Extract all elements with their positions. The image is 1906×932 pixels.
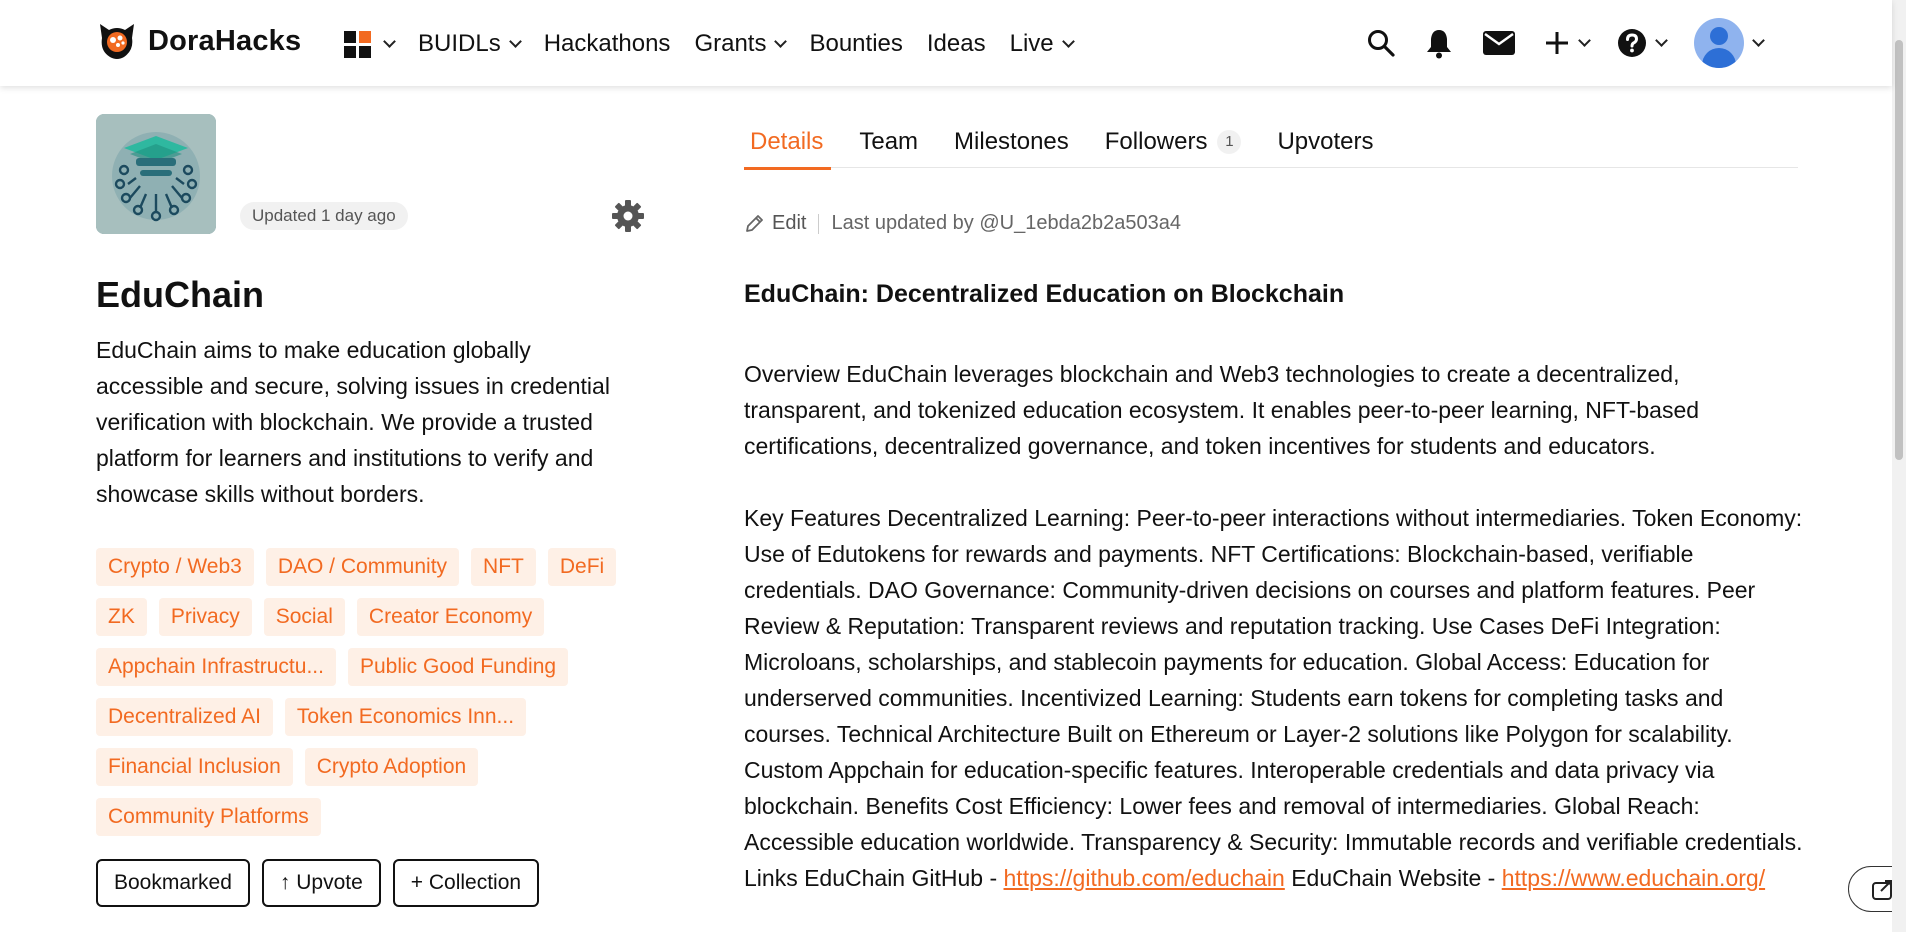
chevron-down-icon — [1752, 33, 1765, 47]
messages-button[interactable] — [1482, 30, 1516, 56]
tag-row: Decentralized AI Token Economics Inn... — [96, 698, 656, 736]
search-icon — [1368, 30, 1395, 57]
nav-buidls-label: BUIDLs — [418, 30, 501, 57]
features-text: Key Features Decentralized Learning: Pee… — [744, 505, 1803, 891]
top-navbar: DoraHacks BUIDLs Hackathons Grants Bount… — [0, 0, 1892, 86]
nav-hackathons[interactable]: Hackathons — [544, 30, 671, 58]
nav-buidls[interactable]: BUIDLs — [418, 30, 522, 58]
tag[interactable]: Crypto Adoption — [304, 748, 479, 786]
chevron-down-icon — [508, 34, 522, 48]
apps-icon — [344, 30, 371, 58]
tag-row: ZK Privacy Social Creator Economy — [96, 598, 656, 636]
tag-row: Community Platforms — [96, 798, 656, 836]
bell-icon — [1427, 30, 1451, 59]
tag[interactable]: DeFi — [547, 548, 617, 586]
tab-followers[interactable]: Followers 1 — [1105, 120, 1242, 168]
nav-ideas-label: Ideas — [926, 30, 986, 57]
tag[interactable]: Creator Economy — [356, 598, 545, 636]
tag[interactable]: DAO / Community — [265, 548, 460, 586]
tab-milestones[interactable]: Milestones — [954, 120, 1069, 168]
tag[interactable]: Social — [263, 598, 345, 636]
tag[interactable]: Community Platforms — [96, 798, 321, 836]
tag-row: Financial Inclusion Crypto Adoption — [96, 748, 656, 786]
tag[interactable]: Financial Inclusion — [96, 748, 293, 786]
upvote-button[interactable]: ↑ Upvote — [261, 859, 381, 907]
edit-label: Edit — [772, 212, 807, 234]
chevron-down-icon — [774, 34, 788, 48]
settings-button[interactable] — [611, 199, 645, 238]
tag[interactable]: ZK — [96, 598, 147, 636]
tab-team[interactable]: Team — [859, 120, 918, 168]
tag[interactable]: Token Economics Inn... — [284, 698, 527, 736]
mail-icon — [1483, 31, 1515, 55]
nav-grants[interactable]: Grants — [694, 30, 788, 58]
search-button[interactable] — [1366, 28, 1396, 58]
help-menu-button[interactable] — [1617, 28, 1668, 58]
updated-badge: Updated 1 day ago — [240, 202, 408, 230]
scrollbar-thumb[interactable] — [1895, 40, 1903, 460]
edit-bar: Edit Last updated by @U_1ebda2b2a503a4 — [744, 212, 1181, 235]
tab-label: Upvoters — [1277, 128, 1374, 155]
details-title: EduChain: Decentralized Education on Blo… — [744, 280, 1345, 308]
website-prefix: EduChain Website - — [1291, 865, 1496, 891]
tab-upvoters[interactable]: Upvoters — [1277, 120, 1373, 168]
tag[interactable]: Privacy — [158, 598, 252, 636]
overview-paragraph: Overview EduChain leverages blockchain a… — [744, 361, 1700, 459]
project-logo — [96, 114, 216, 234]
tag-row: Crypto / Web3 DAO / Community NFT DeFi — [96, 548, 656, 586]
nav-live-label: Live — [1009, 30, 1054, 57]
detail-tabs: Details Team Milestones Followers 1 Upvo… — [744, 120, 1798, 170]
plus-icon — [1546, 32, 1568, 54]
features-paragraph: Key Features Decentralized Learning: Pee… — [744, 500, 1804, 896]
divider — [818, 213, 820, 234]
tag[interactable]: Crypto / Web3 — [96, 548, 254, 586]
website-link[interactable]: https://www.educhain.org/ — [1502, 865, 1765, 891]
user-menu-button[interactable] — [1694, 18, 1765, 68]
last-updated-text: Last updated by @U_1ebda2b2a503a4 — [831, 212, 1181, 234]
tab-details[interactable]: Details — [744, 120, 832, 170]
chevron-down-icon — [1061, 34, 1075, 48]
tag-row: Appchain Infrastructu... Public Good Fun… — [96, 648, 656, 686]
nav-bounties-label: Bounties — [809, 30, 903, 57]
nav-hackathons-label: Hackathons — [543, 30, 671, 57]
nav-bounties[interactable]: Bounties — [809, 30, 902, 58]
page-scrollbar[interactable] — [1892, 0, 1906, 932]
edit-button[interactable]: Edit — [744, 212, 806, 235]
project-description: EduChain aims to make education globally… — [96, 337, 610, 507]
tab-label: Details — [750, 128, 824, 155]
brand-name: DoraHacks — [148, 24, 302, 57]
project-tags: Crypto / Web3 DAO / Community NFT DeFi Z… — [96, 548, 656, 848]
avatar — [1694, 18, 1744, 68]
dorahacks-logo[interactable]: DoraHacks — [96, 20, 301, 62]
create-menu-button[interactable] — [1544, 30, 1591, 56]
project-title: EduChain — [96, 274, 264, 315]
tag[interactable]: Public Good Funding — [347, 648, 569, 686]
apps-menu-button[interactable] — [344, 30, 396, 58]
owl-logo-icon — [100, 24, 134, 59]
tab-label: Team — [859, 128, 919, 155]
tab-label: Followers — [1104, 128, 1208, 155]
followers-count-badge: 1 — [1217, 130, 1242, 154]
chevron-down-icon — [1655, 33, 1668, 47]
add-collection-button[interactable]: + Collection — [392, 859, 540, 907]
chevron-down-icon — [383, 34, 396, 48]
pencil-icon — [746, 214, 763, 232]
project-actions: Bookmarked ↑ Upvote + Collection — [96, 859, 551, 907]
bookmark-button[interactable]: Bookmarked — [96, 859, 250, 907]
header-tools — [1366, 18, 1791, 68]
tag[interactable]: NFT — [471, 548, 536, 586]
tab-label: Milestones — [954, 128, 1069, 155]
github-link[interactable]: https://github.com/educhain — [1004, 865, 1285, 891]
tag[interactable]: Decentralized AI — [96, 698, 273, 736]
tag[interactable]: Appchain Infrastructu... — [96, 648, 336, 686]
main-nav: BUIDLs Hackathons Grants Bounties Ideas … — [344, 22, 1097, 66]
notifications-button[interactable] — [1424, 27, 1454, 59]
nav-live[interactable]: Live — [1009, 30, 1075, 58]
help-icon — [1618, 29, 1646, 57]
project-logo-image — [96, 114, 216, 234]
gear-icon — [612, 200, 644, 232]
nav-ideas[interactable]: Ideas — [927, 30, 986, 58]
chevron-down-icon — [1578, 33, 1591, 47]
nav-grants-label: Grants — [694, 30, 767, 57]
